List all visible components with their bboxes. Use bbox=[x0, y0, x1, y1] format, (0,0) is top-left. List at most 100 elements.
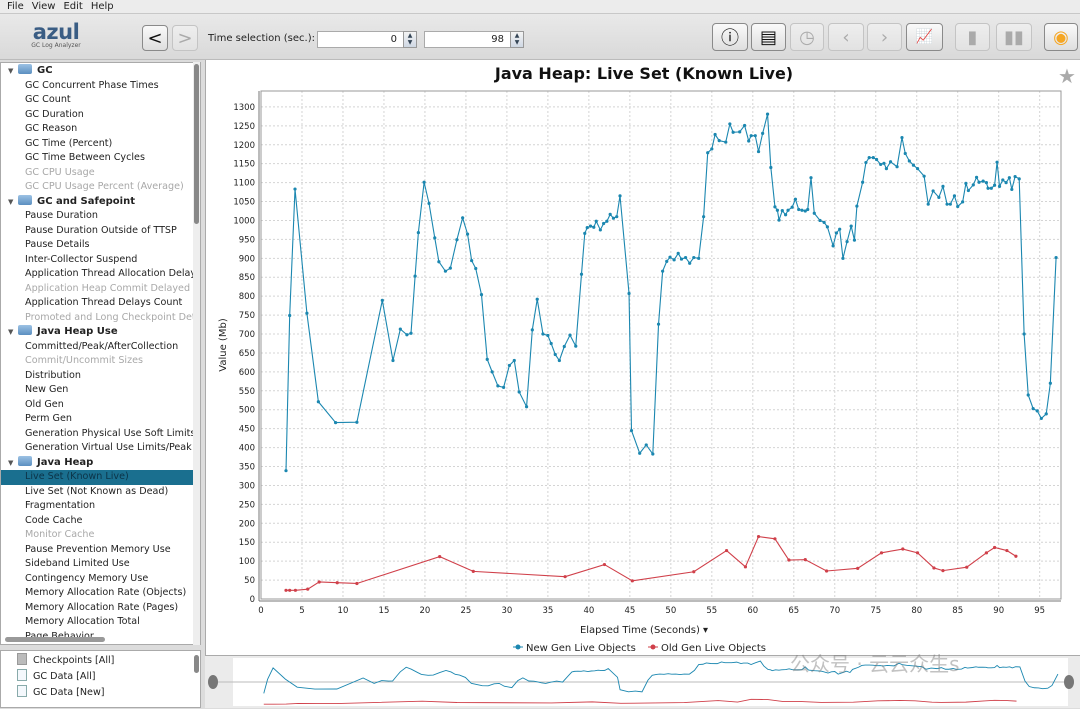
tree-item[interactable]: GC CPU Usage Percent (Average) bbox=[1, 180, 194, 195]
tree-item[interactable]: Contingency Memory Use bbox=[1, 572, 194, 587]
data-point bbox=[773, 537, 777, 541]
tree-item[interactable]: GC Reason bbox=[1, 122, 194, 137]
tree-item[interactable]: Monitor Cache bbox=[1, 528, 194, 543]
tree-item[interactable]: Perm Gen bbox=[1, 412, 194, 427]
tree-item[interactable]: Pause Duration bbox=[1, 209, 194, 224]
data-point bbox=[997, 184, 1002, 188]
expand-triangle-icon[interactable]: ▼ bbox=[8, 456, 18, 471]
tree-group[interactable]: ▼ Java Heap bbox=[1, 455, 194, 471]
tree-item[interactable]: GC Time (Percent) bbox=[1, 137, 194, 152]
y-tick-label: 600 bbox=[239, 368, 255, 378]
favorite-star-icon[interactable]: ★ bbox=[1058, 64, 1076, 88]
tree-item[interactable]: GC CPU Usage bbox=[1, 166, 194, 181]
bookmarks-button[interactable]: ▮▮ bbox=[996, 23, 1032, 51]
data-point bbox=[1013, 174, 1017, 179]
tree-item[interactable]: Inter-Collector Suspend bbox=[1, 253, 194, 268]
data-point bbox=[683, 255, 688, 260]
data-point bbox=[568, 333, 572, 337]
tree-item[interactable]: Old Gen bbox=[1, 398, 194, 413]
menu-view[interactable]: View bbox=[32, 0, 56, 13]
next-button[interactable]: › bbox=[867, 23, 902, 51]
tree-item[interactable]: Sideband Limited Use bbox=[1, 557, 194, 572]
tree-item[interactable]: Pause Prevention Memory Use bbox=[1, 543, 194, 558]
tree-item[interactable]: Application Thread Delays Count bbox=[1, 296, 194, 311]
tree-group[interactable]: ▼ GC and Safepoint bbox=[1, 194, 194, 210]
data-point bbox=[563, 575, 567, 579]
data-point bbox=[884, 167, 889, 171]
y-tick-label: 700 bbox=[239, 330, 255, 340]
tree-item-label: GC Concurrent Phase Times bbox=[25, 79, 159, 91]
clock-button[interactable]: ◷ bbox=[790, 23, 824, 51]
tree-item[interactable]: GC Time Between Cycles bbox=[1, 151, 194, 166]
tree-scrollbar-thumb[interactable] bbox=[194, 64, 199, 224]
tree-group[interactable]: ▼ GC bbox=[1, 64, 194, 79]
tree-item[interactable]: Memory Allocation Rate (Objects) bbox=[1, 586, 194, 601]
info-button[interactable]: ⓘ bbox=[712, 23, 748, 51]
data-point bbox=[465, 232, 470, 236]
time-start-spinner[interactable]: ▲ ▼ bbox=[403, 31, 417, 48]
prev-icon: ‹ bbox=[842, 26, 850, 48]
tree-item[interactable]: Memory Allocation Total bbox=[1, 615, 194, 630]
tree-item[interactable]: New Gen bbox=[1, 383, 194, 398]
tree-item-label: Memory Allocation Total bbox=[25, 616, 140, 627]
back-button[interactable]: < bbox=[142, 25, 168, 51]
bookmark-button[interactable]: ▮ bbox=[955, 23, 990, 51]
prev-button[interactable]: ‹ bbox=[828, 23, 864, 51]
tree-item[interactable]: Promoted and Long Checkpoint Details bbox=[1, 311, 194, 326]
file-label: GC Data [All] bbox=[33, 671, 96, 682]
tree-item[interactable]: Committed/Peak/AfterCollection bbox=[1, 340, 194, 355]
time-end-spinner[interactable]: ▲ ▼ bbox=[510, 31, 524, 48]
tree-item[interactable]: Live Set (Not Known as Dead) bbox=[1, 485, 194, 500]
menu-help[interactable]: Help bbox=[91, 0, 114, 13]
data-point bbox=[583, 231, 587, 235]
tree-item[interactable]: Commit/Uncommit Sizes bbox=[1, 354, 194, 369]
tree-horizontal-scrollbar-thumb[interactable] bbox=[5, 637, 105, 642]
y-tick-label: 1000 bbox=[233, 216, 255, 226]
tree-item[interactable]: Fragmentation bbox=[1, 499, 194, 514]
time-end-input[interactable]: 98 bbox=[424, 31, 511, 48]
camera-button[interactable]: ◉ bbox=[1044, 23, 1078, 51]
data-point bbox=[867, 156, 871, 160]
x-axis-label[interactable]: Elapsed Time (Seconds) ▾ bbox=[580, 625, 708, 636]
expand-triangle-icon[interactable]: ▼ bbox=[8, 195, 18, 210]
report-button[interactable]: ▤ bbox=[751, 23, 786, 51]
data-point bbox=[306, 587, 310, 591]
files-scrollbar-thumb[interactable] bbox=[194, 655, 199, 673]
data-point bbox=[945, 202, 949, 206]
tree-item[interactable]: Generation Virtual Use Limits/Peak bbox=[1, 441, 194, 456]
time-start-input[interactable]: 0 bbox=[317, 31, 404, 48]
file-item[interactable]: GC Data [All] bbox=[17, 669, 96, 685]
data-point bbox=[405, 333, 409, 337]
file-item[interactable]: GC Data [New] bbox=[17, 685, 105, 701]
tree-item[interactable]: Pause Duration Outside of TTSP bbox=[1, 224, 194, 239]
chart-type-button[interactable]: 📈 bbox=[906, 23, 943, 51]
data-point bbox=[605, 219, 609, 223]
menu-edit[interactable]: Edit bbox=[63, 0, 82, 13]
file-item[interactable]: Checkpoints [All] bbox=[17, 653, 114, 669]
expand-triangle-icon[interactable]: ▼ bbox=[8, 325, 18, 340]
tree-item[interactable]: Live Set (Known Live) bbox=[1, 470, 194, 485]
overview-right-handle[interactable] bbox=[1064, 675, 1074, 689]
data-point bbox=[1014, 554, 1018, 558]
tree-item[interactable]: GC Concurrent Phase Times bbox=[1, 79, 194, 94]
data-point bbox=[717, 138, 721, 143]
overview-left-handle[interactable] bbox=[208, 675, 218, 689]
tree-item[interactable]: Pause Details bbox=[1, 238, 194, 253]
tree-group[interactable]: ▼ Java Heap Use bbox=[1, 325, 194, 340]
tree-item[interactable]: GC Count bbox=[1, 93, 194, 108]
tree-item-label: Live Set (Known Live) bbox=[25, 471, 129, 482]
tree-item[interactable]: Generation Physical Use Soft Limits bbox=[1, 427, 194, 442]
forward-button[interactable]: > bbox=[172, 25, 198, 51]
data-point bbox=[668, 255, 672, 259]
tree-item[interactable]: Application Heap Commit Delayed bbox=[1, 282, 194, 297]
data-point bbox=[679, 257, 684, 261]
tree-item[interactable]: Distribution bbox=[1, 369, 194, 384]
tree-item[interactable]: GC Duration bbox=[1, 108, 194, 123]
menu-file[interactable]: File bbox=[7, 0, 24, 13]
tree-item[interactable]: Code Cache bbox=[1, 514, 194, 529]
y-tick-label: 750 bbox=[239, 311, 255, 321]
tree-item[interactable]: Application Thread Allocation Delays bbox=[1, 267, 194, 282]
expand-triangle-icon[interactable]: ▼ bbox=[8, 64, 18, 79]
data-point bbox=[557, 358, 561, 363]
tree-item[interactable]: Memory Allocation Rate (Pages) bbox=[1, 601, 194, 616]
